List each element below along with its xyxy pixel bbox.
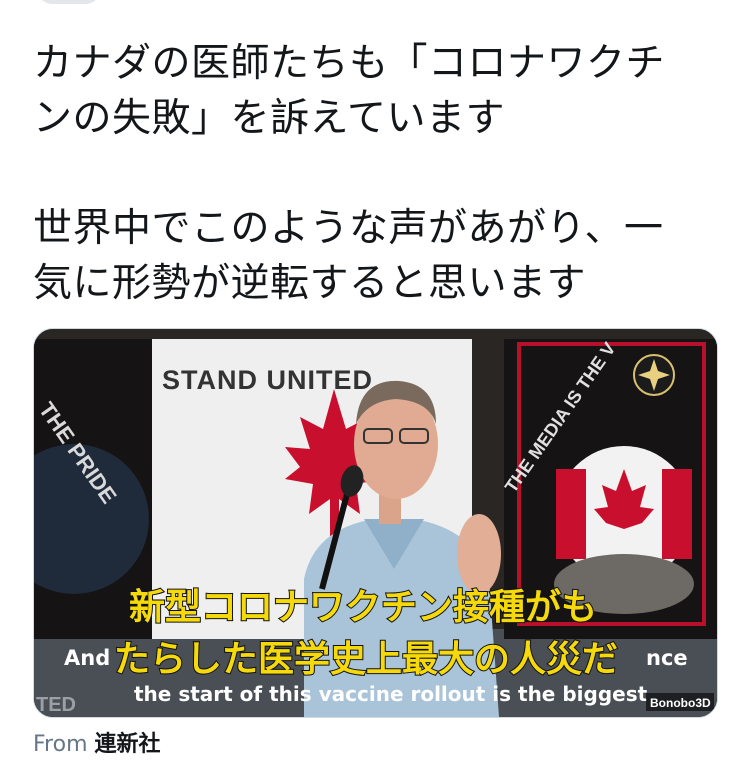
center-banner-text: STAND UNITED bbox=[162, 365, 373, 395]
tweet-line: カナダの医師たちも「コロナワクチ bbox=[33, 41, 666, 86]
subtitle-en-line1-right: nce bbox=[646, 646, 688, 670]
tweet-line: 世界中でこのような声があがり、一 bbox=[33, 206, 664, 251]
avatar[interactable] bbox=[38, 0, 100, 4]
source-attribution: From 連新社 bbox=[33, 726, 161, 758]
source-link[interactable]: 連新社 bbox=[95, 732, 161, 757]
tweet-line: ンの失敗」を訴えています bbox=[33, 96, 506, 141]
subtitle-en-line1-left: And bbox=[64, 646, 110, 670]
subtitle-en-line2: the start of this vaccine rollout is the… bbox=[134, 682, 648, 706]
tweet-paragraph-1: カナダの医師たちも「コロナワクチ ンの失敗」を訴えています bbox=[33, 36, 723, 146]
tweet-paragraph-2: 世界中でこのような声があがり、一 気に形勢が逆転すると思います bbox=[33, 201, 723, 311]
subtitle-jp-line1: 新型コロナワクチン接種がも bbox=[129, 587, 597, 628]
video-thumbnail[interactable]: THE PRIDE STAND UNITED THE MEDIA IS THE … bbox=[33, 328, 718, 718]
from-label: From bbox=[33, 732, 88, 757]
bottom-left-fragment: TED bbox=[36, 694, 76, 716]
tweet-text: カナダの医師たちも「コロナワクチ ンの失敗」を訴えています 世界中でこのような声… bbox=[33, 36, 723, 311]
subtitle-jp-line2: たらした医学史上最大の人災だ bbox=[114, 638, 618, 680]
tweet-line: 気に形勢が逆転すると思います bbox=[33, 261, 587, 306]
watermark: Bonobo3D bbox=[650, 696, 711, 710]
